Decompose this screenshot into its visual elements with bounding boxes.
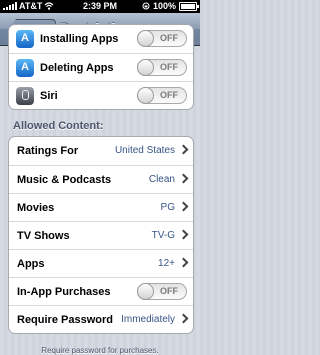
row-value: Immediately	[121, 314, 175, 325]
battery-icon	[179, 1, 199, 11]
row-label: Installing Apps	[40, 33, 119, 45]
toggle-state: OFF	[160, 33, 178, 43]
list-item-siri: Siri OFF	[9, 81, 193, 109]
list-item-ratings-for[interactable]: Ratings For United States	[9, 137, 193, 165]
chevron-right-icon	[178, 173, 189, 184]
list-item-apps[interactable]: Apps 12+	[9, 249, 193, 277]
status-right: 100%	[142, 1, 199, 11]
chevron-right-icon	[178, 229, 189, 240]
deleting-apps-toggle[interactable]: OFF	[137, 59, 187, 76]
row-label: Apps	[17, 258, 45, 270]
row-label: TV Shows	[17, 230, 70, 242]
list-item-tv-shows[interactable]: TV Shows TV-G	[9, 221, 193, 249]
chevron-right-icon	[178, 257, 189, 268]
row-label: Ratings For	[17, 145, 79, 157]
list-item-in-app-purchases: In-App Purchases OFF	[9, 277, 193, 305]
app-store-icon	[16, 30, 34, 48]
row-value: United States	[114, 145, 175, 156]
chevron-right-icon	[178, 144, 189, 155]
row-label: In-App Purchases	[17, 286, 111, 298]
status-bar: AT&T 2:39 PM 100%	[0, 0, 200, 13]
toggle-knob	[137, 59, 154, 76]
section-header-allowed-content: Allowed Content:	[13, 120, 104, 132]
toggle-state: OFF	[160, 62, 178, 72]
lock-rotation-icon	[142, 2, 150, 10]
apps-restrictions-group: Installing Apps OFF Deleting Apps OFF Si…	[8, 24, 194, 110]
row-label: Require Password	[17, 314, 113, 326]
list-item-deleting-apps: Deleting Apps OFF	[9, 53, 193, 81]
toggle-knob	[137, 87, 154, 104]
battery-percent: 100%	[152, 1, 176, 11]
row-value: Clean	[148, 174, 175, 185]
list-item-require-password[interactable]: Require Password Immediately	[9, 305, 193, 333]
siri-icon	[16, 87, 34, 105]
app-store-icon	[16, 59, 34, 77]
in-app-purchases-toggle[interactable]: OFF	[137, 283, 187, 300]
chevron-right-icon	[178, 313, 189, 324]
toggle-state: OFF	[160, 286, 178, 296]
allowed-content-group: Ratings For United States Music & Podcas…	[8, 136, 194, 334]
row-value: 12+	[158, 258, 175, 269]
list-item-music-podcasts[interactable]: Music & Podcasts Clean	[9, 165, 193, 193]
row-label: Movies	[17, 202, 55, 214]
toggle-state: OFF	[160, 90, 178, 100]
list-item-movies[interactable]: Movies PG	[9, 193, 193, 221]
row-value: TV-G	[151, 230, 175, 241]
footer-note: Require password for purchases.	[41, 346, 159, 355]
installing-apps-toggle[interactable]: OFF	[137, 30, 187, 47]
row-label: Siri	[40, 90, 58, 102]
row-label: Music & Podcasts	[17, 174, 112, 186]
row-value: PG	[160, 202, 175, 213]
row-label: Deleting Apps	[40, 62, 114, 74]
toggle-knob	[137, 30, 154, 47]
list-item-installing-apps: Installing Apps OFF	[9, 25, 193, 53]
chevron-right-icon	[178, 201, 189, 212]
siri-toggle[interactable]: OFF	[137, 87, 187, 104]
toggle-knob	[137, 283, 154, 300]
